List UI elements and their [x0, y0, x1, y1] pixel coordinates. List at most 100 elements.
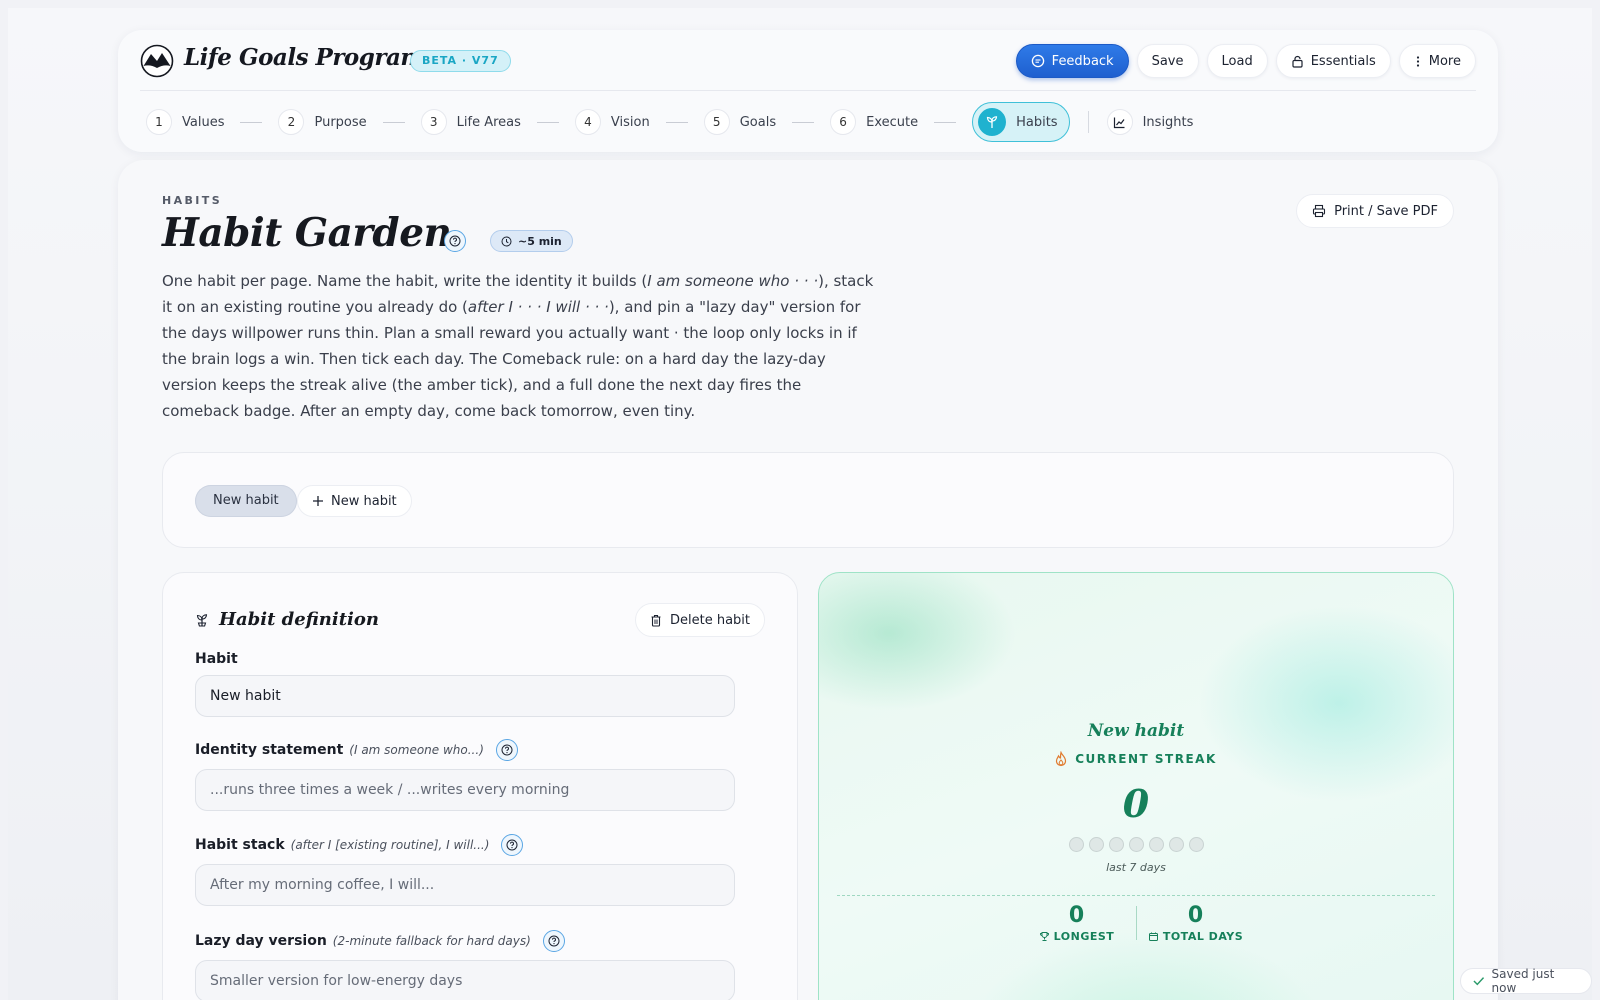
step-habits[interactable]: Habits	[972, 102, 1070, 142]
last-7-days-dots	[819, 837, 1453, 852]
plus-icon	[313, 496, 323, 506]
day-dot	[1108, 837, 1124, 852]
habit-tabs-card: New habit New habit	[162, 452, 1454, 548]
new-habit-button[interactable]: New habit	[297, 485, 412, 517]
identity-statement-input[interactable]	[195, 769, 735, 811]
label-text: Habit stack	[195, 837, 285, 853]
intro-emphasis: after I · · · I will · · ·	[467, 298, 609, 316]
step-label: Purpose	[314, 114, 367, 130]
step-insights[interactable]: Insights	[1106, 109, 1194, 135]
label-hint: (2-minute fallback for hard days)	[332, 934, 531, 948]
habit-stack-input[interactable]	[195, 864, 735, 906]
chat-bubble-icon	[1031, 54, 1044, 68]
top-header: Life Goals Program BETA · V77 Feedback S…	[118, 30, 1498, 152]
streak-label: CURRENT STREAK	[819, 751, 1453, 767]
total-days-label-text: TOTAL DAYS	[1162, 930, 1244, 943]
step-purpose[interactable]: 2 Purpose	[278, 109, 367, 135]
streak-label-text: CURRENT STREAK	[1075, 752, 1217, 766]
help-icon[interactable]	[444, 230, 466, 252]
step-number: 6	[830, 109, 857, 135]
step-vision[interactable]: 4 Vision	[574, 109, 650, 135]
page-title: Habit Garden	[162, 210, 452, 256]
label-hint: (after I [existing routine], I will...)	[290, 838, 490, 852]
save-button[interactable]: Save	[1136, 44, 1199, 78]
total-days-label: TOTAL DAYS	[1141, 930, 1251, 943]
step-connector	[536, 121, 559, 123]
trophy-icon	[1039, 932, 1049, 941]
clock-icon	[501, 236, 512, 246]
longest-label: LONGEST	[1022, 930, 1132, 943]
day-dot	[1188, 837, 1204, 852]
load-label: Load	[1221, 53, 1253, 69]
essentials-label: Essentials	[1310, 53, 1376, 69]
step-connector	[240, 121, 263, 123]
stack-field-label: Habit stack (after I [existing routine],…	[195, 834, 524, 856]
essentials-button[interactable]: Essentials	[1275, 44, 1391, 78]
total-days-stat: 0 TOTAL DAYS	[1141, 903, 1251, 943]
step-number: 3	[420, 109, 447, 135]
longest-label-text: LONGEST	[1053, 930, 1115, 943]
saved-status-badge: Saved just now	[1460, 967, 1592, 995]
step-execute[interactable]: 6 Execute	[830, 109, 918, 135]
habit-name-input[interactable]	[195, 675, 735, 717]
step-goals[interactable]: 5 Goals	[703, 109, 776, 135]
chart-line-icon	[1106, 109, 1133, 135]
step-life-areas[interactable]: 3 Life Areas	[420, 109, 521, 135]
label-text: Lazy day version	[195, 933, 327, 949]
step-connector	[792, 121, 815, 123]
habit-definition-card: Habit definition Delete habit Habit Iden…	[162, 572, 798, 1000]
print-label: Print / Save PDF	[1334, 203, 1438, 219]
feedback-button[interactable]: Feedback	[1015, 44, 1129, 78]
label-text: Identity statement	[195, 742, 344, 758]
lazy-field-label: Lazy day version (2-minute fallback for …	[195, 930, 565, 952]
longest-stat: 0 LONGEST	[1022, 903, 1132, 943]
help-icon[interactable]	[495, 739, 518, 761]
step-connector	[382, 121, 405, 123]
nav-separator	[1087, 111, 1089, 133]
definition-title: Habit definition	[219, 609, 379, 630]
streak-divider	[837, 895, 1435, 896]
streak-stats: 0 LONGEST 0 TOTAL DAYS	[819, 903, 1453, 943]
help-icon[interactable]	[501, 834, 524, 856]
day-dot	[1168, 837, 1184, 852]
top-actions: Feedback Save Load Essentials More	[1015, 44, 1476, 78]
stats-separator	[1135, 906, 1137, 940]
print-button[interactable]: Print / Save PDF	[1296, 194, 1454, 228]
new-habit-label: New habit	[331, 493, 397, 509]
step-label: Habits	[1016, 114, 1058, 130]
flame-icon	[1056, 751, 1067, 767]
step-connector	[665, 121, 688, 123]
saved-status-text: Saved just now	[1491, 967, 1555, 995]
definition-heading: Habit definition	[195, 609, 379, 630]
step-number: 1	[146, 109, 172, 135]
label-text: Habit	[195, 651, 238, 667]
step-number: 5	[703, 109, 730, 135]
header-divider	[140, 90, 1476, 91]
step-label: Vision	[610, 114, 650, 130]
save-label: Save	[1151, 53, 1184, 69]
more-label: More	[1428, 53, 1461, 69]
current-streak-count: 0	[1122, 781, 1150, 826]
streak-card: New habit CURRENT STREAK 0 last 7 days 0	[818, 572, 1454, 1000]
calendar-icon	[1148, 932, 1158, 941]
step-navigation: 1 Values 2 Purpose 3 Life Areas 4 Vision…	[146, 102, 1193, 142]
section-eyebrow: HABITS	[162, 194, 223, 207]
habit-tab[interactable]: New habit	[195, 485, 297, 517]
last-7-days-caption: last 7 days	[1106, 861, 1166, 874]
longest-value: 0	[1068, 903, 1085, 928]
help-icon[interactable]	[542, 930, 565, 952]
step-number: 4	[574, 109, 601, 135]
step-label: Insights	[1142, 114, 1194, 130]
printer-icon	[1313, 204, 1326, 218]
step-values[interactable]: 1 Values	[146, 109, 224, 135]
check-icon	[1473, 977, 1485, 986]
sprout-icon	[978, 108, 1007, 136]
load-button[interactable]: Load	[1206, 44, 1268, 78]
more-button[interactable]: More	[1398, 44, 1476, 78]
time-estimate: ~5 min	[518, 234, 562, 248]
delete-habit-button[interactable]: Delete habit	[634, 603, 765, 637]
label-hint: (I am someone who...)	[349, 743, 484, 757]
feedback-label: Feedback	[1051, 53, 1114, 69]
lazy-day-input[interactable]	[195, 960, 735, 1000]
app-frame: Life Goals Program BETA · V77 Feedback S…	[8, 8, 1592, 1000]
